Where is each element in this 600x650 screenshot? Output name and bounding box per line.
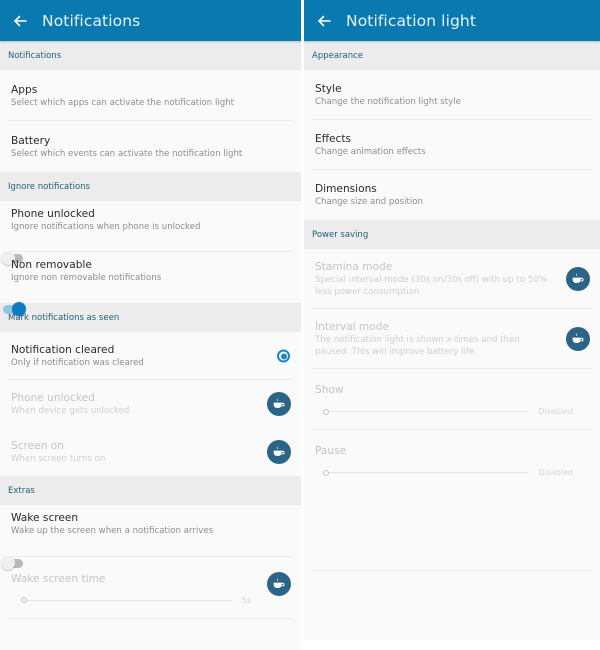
pref-wake-screen-time[interactable]: Wake screen time 5s [0,557,301,619]
pref-summary: Ignore non removable notifications [11,272,162,283]
notification-cleared-radio[interactable] [277,349,290,363]
pref-title: Apps [11,83,38,96]
pref-phone-unlocked-seen[interactable]: Phone unlocked When device gets unlocked [0,380,301,428]
empty-space [304,491,600,571]
section-header-power-saving: Power saving [304,220,600,249]
page-title: Notification light [346,11,477,30]
coffee-icon[interactable] [566,267,590,291]
coffee-icon[interactable] [566,327,590,351]
pref-wake-screen[interactable]: Wake screen Wake up the screen when a no… [0,505,301,570]
pref-title: Style [315,83,342,95]
pause-slider[interactable]: Disabled [323,468,573,477]
slider-track[interactable] [329,411,529,412]
divider [8,618,293,619]
page-title: Notifications [42,11,141,30]
pref-title: Wake screen time [11,572,106,585]
pref-summary: Change the notification light style [315,97,461,107]
pref-title: Dimensions [315,183,377,195]
pref-effects[interactable]: Effects Change animation effects [304,120,600,170]
section-header-appearance: Appearance [304,41,600,70]
pref-title: Phone unlocked [11,207,95,220]
pref-summary: Select which events can activate the not… [11,148,243,159]
pref-interval-mode[interactable]: Interval mode The notification light is … [304,309,600,369]
pref-notification-cleared[interactable]: Notification cleared Only if notificatio… [0,332,301,380]
pref-summary: Select which apps can activate the notif… [11,97,234,108]
coffee-icon[interactable] [267,572,291,596]
back-arrow-icon[interactable] [12,13,28,29]
pref-summary: Change size and position [315,197,423,207]
pref-dimensions[interactable]: Dimensions Change size and position [304,170,600,220]
pref-title: Show [315,384,344,396]
pref-stamina-mode[interactable]: Stamina mode Special interval mode (30s … [304,249,600,309]
pref-phone-unlocked-ignore[interactable]: Phone unlocked Ignore notifications when… [0,201,301,265]
pref-non-removable[interactable]: Non removable Ignore non removable notif… [0,252,301,316]
pref-summary: Special interval mode (30s on/30s off) w… [315,275,547,297]
pref-summary: Change animation effects [315,147,426,157]
section-header-notifications: Notifications [0,41,301,70]
pref-title: Screen on [11,440,64,452]
coffee-icon[interactable] [267,440,291,464]
pref-title: Wake screen [11,512,79,524]
slider-value: Disabled [538,468,573,477]
pref-summary: Wake up the screen when a notification a… [11,526,214,536]
pref-summary: Only if notification was cleared [11,358,144,368]
pref-title: Phone unlocked [11,392,95,404]
pref-title: Interval mode [315,321,389,333]
pref-apps[interactable]: Apps Select which apps can activate the … [0,70,301,121]
app-bar: Notifications [0,0,301,41]
pref-battery[interactable]: Battery Select which events can activate… [0,121,301,172]
pref-show[interactable]: Show Disabled [304,369,600,430]
wake-screen-time-slider[interactable]: 5s [21,596,251,605]
slider-value: Disabled [538,407,573,416]
section-header-mark-seen: Mark notifications as seen [0,303,301,332]
notification-light-screen: Notification light Appearance Style Chan… [304,0,600,640]
pref-summary: The notification light is shown x-times … [315,335,520,357]
back-arrow-icon[interactable] [316,13,332,29]
section-header-extras: Extras [0,476,301,505]
pref-title: Effects [315,133,352,145]
pref-summary: Ignore notifications when phone is unloc… [11,221,201,232]
section-header-ignore: Ignore notifications [0,172,301,201]
pref-screen-on[interactable]: Screen on When screen turns on [0,428,301,476]
divider [312,570,592,571]
slider-track[interactable] [27,599,232,601]
pref-summary: When device gets unlocked [11,406,130,416]
notifications-screen: Notifications Notifications Apps Select … [0,0,301,650]
pref-pause[interactable]: Pause Disabled [304,430,600,491]
coffee-icon[interactable] [267,392,291,416]
pref-title: Battery [11,134,51,147]
pref-title: Notification cleared [11,344,115,356]
pref-style[interactable]: Style Change the notification light styl… [304,70,600,120]
slider-value: 5s [241,595,251,605]
pref-title: Stamina mode [315,261,393,273]
pref-title: Pause [315,445,347,457]
pref-title: Non removable [11,258,92,271]
slider-track[interactable] [329,472,529,473]
app-bar: Notification light [304,0,600,41]
pref-summary: When screen turns on [11,454,106,464]
non-removable-toggle[interactable] [1,302,26,316]
show-slider[interactable]: Disabled [323,407,573,416]
